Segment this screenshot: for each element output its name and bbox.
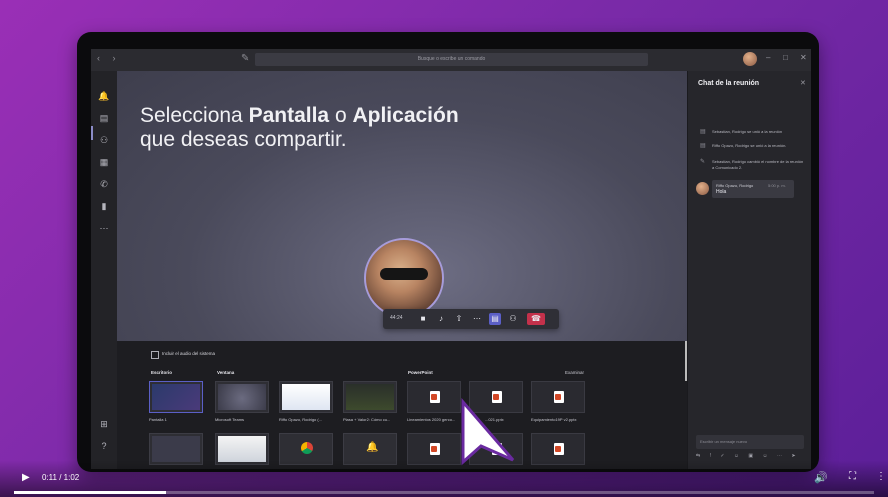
chat-event-text: Riffo Opazo, Rodrigo se unió a la reunió… <box>712 143 787 148</box>
meeting-icon: ▤ <box>700 143 706 149</box>
more-icon[interactable]: ⋯ <box>471 313 483 325</box>
camera-icon[interactable]: ■ <box>417 313 429 325</box>
message-time: 5:00 p. m. <box>768 183 786 188</box>
headline-app: Aplicación <box>352 104 459 127</box>
window-thumbnail <box>346 384 394 410</box>
window-thumbnail <box>152 436 200 462</box>
powerpoint-tile[interactable] <box>407 381 461 413</box>
search-input[interactable]: Busque o escribe un comando <box>255 53 648 66</box>
powerpoint-icon <box>430 391 440 403</box>
tile-label: Plasa + Valor2: Cómo cu... <box>343 417 391 422</box>
powerpoint-tile[interactable] <box>531 381 585 413</box>
nav-arrows[interactable]: ‹ › <box>97 53 121 63</box>
close-button[interactable]: ✕ <box>800 53 807 62</box>
pencil-icon: ✎ <box>700 159 706 165</box>
participant-video <box>364 238 444 318</box>
call-controls: 44:24 ■ ♪ ⇧ ⋯ ▤ ⚇ ☎ <box>383 309 559 329</box>
tile-label: Equipamiento19P v2.pptx <box>531 417 577 422</box>
avatar <box>696 182 709 195</box>
window-thumbnail <box>218 436 266 462</box>
desktop-section-label: Escritorio <box>151 370 173 375</box>
play-icon[interactable]: ▶ <box>22 472 30 483</box>
chat-icon[interactable]: ▤ <box>97 113 111 127</box>
video-frame: ‹ › ✎ Busque o escribe un comando – □ ✕ … <box>0 0 888 497</box>
chat-event-text: Sebastian, Rodrigo se unió a la reunión <box>712 129 783 134</box>
tile-label: Microsoft Teams <box>215 417 245 422</box>
title-bar: ‹ › ✎ Busque o escribe un comando – □ ✕ <box>91 49 811 71</box>
message-author: Riffo Opazo, Rodrigo <box>716 183 754 188</box>
window-section-label: Ventana <box>217 370 235 375</box>
window-tile[interactable] <box>279 381 333 413</box>
apps-icon[interactable]: ⊞ <box>97 419 111 433</box>
help-icon[interactable]: ? <box>97 441 111 455</box>
share-icon[interactable]: ⇧ <box>453 313 465 325</box>
app-rail: 🔔 ▤ ⚇ ▦ ✆ ▮ ⋯ ⊞ ? <box>91 71 117 469</box>
progress-fill <box>14 491 167 494</box>
activity-icon[interactable]: 🔔 <box>97 91 111 105</box>
participants-icon[interactable]: ⚇ <box>507 313 519 325</box>
minimize-button[interactable]: – <box>766 53 770 62</box>
chat-toggle-icon[interactable]: ▤ <box>489 313 501 325</box>
teams-window: ‹ › ✎ Busque o escribe un comando – □ ✕ … <box>91 49 811 469</box>
call-timer: 44:24 <box>390 315 403 321</box>
avatar[interactable] <box>743 52 757 66</box>
sunglasses <box>380 268 428 280</box>
share-tray: Incluir el audio del sistema Escritorio … <box>117 341 687 469</box>
files-icon[interactable]: ▮ <box>97 201 111 215</box>
fullscreen-icon[interactable]: ⛶ <box>849 471 856 482</box>
hangup-button[interactable]: ☎ <box>527 313 545 325</box>
tile-label: Riffo Opazo, Rodrigo (... <box>279 417 323 422</box>
compose-toolbar[interactable]: ⇆ ! ✓ ☺ ▣ ☺ ⋯ ➤ <box>696 453 804 459</box>
teams-icon[interactable]: ⚇ <box>97 135 111 149</box>
calls-icon[interactable]: ✆ <box>97 179 111 193</box>
close-icon[interactable]: ✕ <box>800 79 806 87</box>
screen-thumbnail <box>152 384 200 410</box>
volume-icon[interactable]: 🔊 <box>814 471 828 484</box>
message-bubble: Riffo Opazo, Rodrigo 5:00 p. m. Hola <box>712 180 794 198</box>
maximize-button[interactable]: □ <box>783 53 788 62</box>
tile-label: Pantalla 1 <box>149 417 167 422</box>
window-tile[interactable] <box>215 381 269 413</box>
message-text: Hola <box>716 189 727 195</box>
time-display: 0:11 / 1:02 <box>42 473 80 482</box>
headline-text: o <box>329 104 353 127</box>
window-thumbnail <box>218 384 266 410</box>
progress-bar[interactable] <box>14 491 874 494</box>
share-headline: Selecciona Pantalla o Aplicación que des… <box>140 104 459 152</box>
headline-text: que deseas compartir. <box>140 128 347 151</box>
compose-icon[interactable]: ✎ <box>241 53 249 64</box>
more-options-icon[interactable]: ⋮ <box>876 471 886 482</box>
chat-compose-input[interactable]: Escribir un mensaje nuevo <box>696 435 804 449</box>
powerpoint-icon <box>430 443 440 455</box>
cursor-icon <box>461 398 515 466</box>
screen-tile[interactable] <box>149 381 203 413</box>
window-tile[interactable] <box>343 381 397 413</box>
rail-active-indicator <box>91 126 93 140</box>
calendar-icon[interactable]: ▦ <box>97 157 111 171</box>
include-audio-label: Incluir el audio del sistema <box>162 351 216 356</box>
bell-icon: 🔔 <box>366 442 379 453</box>
powerpoint-section-label: PowerPoint <box>408 370 433 375</box>
more-apps-icon[interactable]: ⋯ <box>97 223 111 237</box>
meeting-icon: ▤ <box>700 129 706 135</box>
chrome-icon <box>301 442 313 454</box>
headline-text: Selecciona <box>140 104 249 127</box>
meeting-chat-panel: Chat de la reunión ✕ ▤ Sebastian, Rodrig… <box>687 71 811 469</box>
chat-title: Chat de la reunión <box>698 80 760 87</box>
chat-event-text: Sebastian, Rodrigo cambió el nombre de l… <box>712 159 804 170</box>
mic-icon[interactable]: ♪ <box>435 313 447 325</box>
powerpoint-icon <box>554 443 564 455</box>
window-thumbnail <box>282 384 330 410</box>
chat-message: Riffo Opazo, Rodrigo 5:00 p. m. Hola <box>696 180 800 200</box>
powerpoint-icon <box>554 391 564 403</box>
headline-screen: Pantalla <box>248 104 330 127</box>
include-audio-checkbox[interactable] <box>151 351 159 359</box>
meeting-stage: Selecciona Pantalla o Aplicación que des… <box>117 71 687 341</box>
browse-link[interactable]: Examinar <box>565 370 584 375</box>
